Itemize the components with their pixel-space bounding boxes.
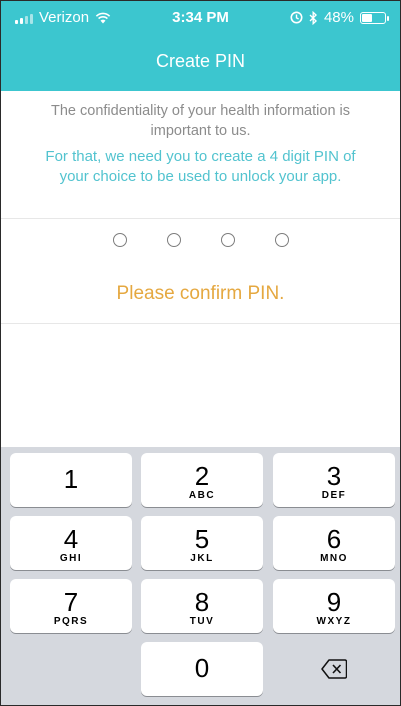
backspace-button[interactable]	[273, 642, 395, 696]
key-number: 7	[63, 587, 79, 617]
key-number: 1	[63, 464, 79, 494]
key-letters: WXYZ	[316, 616, 352, 627]
phone-screen: Verizon 3:34 PM 48% Create PIN The confi…	[0, 0, 401, 706]
alarm-icon	[290, 11, 303, 24]
bluetooth-icon	[309, 10, 317, 25]
key-5[interactable]: 5 JKL	[141, 516, 263, 570]
key-7[interactable]: 7 PQRS	[10, 579, 132, 633]
key-number: 2	[194, 461, 210, 491]
key-letters: JKL	[190, 553, 214, 564]
key-9[interactable]: 9 WXYZ	[273, 579, 395, 633]
key-8[interactable]: 8 TUV	[141, 579, 263, 633]
pin-indicator	[1, 233, 400, 247]
key-2[interactable]: 2 ABC	[141, 453, 263, 507]
key-number: 6	[326, 524, 342, 554]
pin-dot	[274, 233, 289, 247]
key-letters: DEF	[321, 490, 347, 501]
key-letters: TUV	[189, 616, 215, 627]
header: Verizon 3:34 PM 48% Create PIN	[1, 1, 400, 91]
divider	[1, 218, 400, 219]
key-6[interactable]: 6 MNO	[273, 516, 395, 570]
battery-percent: 48%	[323, 9, 354, 26]
pin-dot	[220, 233, 235, 247]
pin-content: The confidentiality of your health infor…	[1, 91, 400, 447]
key-number: 0	[194, 653, 210, 683]
numeric-keypad: 1 2 ABC 3 DEF 4 GHI 5 JKL 6 MNO 7 PQRS 8 TUV 9 WXYZ 0	[1, 447, 400, 705]
pin-dot	[112, 233, 127, 247]
instruction-text: For that, we need you to create a 4 digi…	[45, 148, 356, 185]
key-number: 3	[326, 461, 342, 491]
confirm-prompt: Please confirm PIN.	[116, 283, 285, 304]
divider	[1, 323, 400, 324]
info-text: The confidentiality of your health infor…	[1, 91, 400, 187]
key-3[interactable]: 3 DEF	[273, 453, 395, 507]
key-number: 5	[194, 524, 210, 554]
battery-icon	[360, 11, 389, 24]
confidentiality-text: The confidentiality of your health infor…	[50, 103, 351, 139]
key-letters: ABC	[188, 490, 216, 501]
pin-dot	[166, 233, 181, 247]
key-letters: GHI	[59, 553, 83, 564]
page-title: Create PIN	[155, 51, 246, 71]
key-4[interactable]: 4 GHI	[10, 516, 132, 570]
key-1[interactable]: 1	[10, 453, 132, 507]
status-bar: Verizon 3:34 PM 48%	[1, 1, 400, 37]
key-number: 9	[326, 587, 342, 617]
backspace-icon	[321, 659, 347, 679]
key-letters: MNO	[320, 553, 348, 564]
key-number: 8	[194, 587, 210, 617]
status-right: 48%	[290, 9, 389, 26]
key-number: 4	[63, 524, 79, 554]
key-letters: PQRS	[53, 616, 89, 627]
key-0[interactable]: 0	[141, 642, 263, 696]
